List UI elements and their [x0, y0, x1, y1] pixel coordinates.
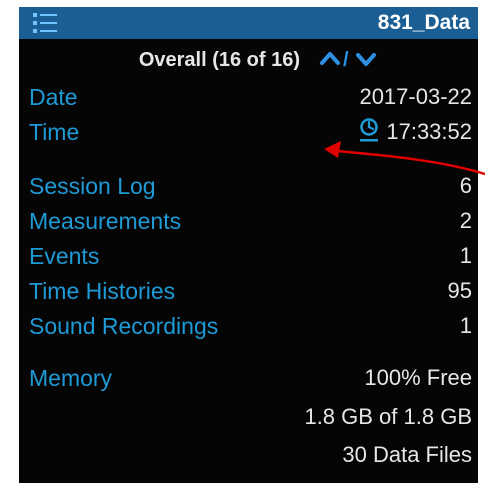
session-log-value: 6 — [459, 173, 472, 198]
time-value: 17:33:52 — [386, 119, 472, 144]
data-summary-panel: 831_Data Overall (16 of 16) / Date 2017-… — [19, 7, 478, 483]
measurements-label[interactable]: Measurements — [29, 206, 181, 236]
record-navigation: Overall (16 of 16) / — [19, 46, 478, 76]
measurements-row: Measurements 2 — [19, 206, 478, 238]
memory-row: Memory 100% Free — [19, 363, 478, 395]
session-log-row: Session Log 6 — [19, 171, 478, 203]
sound-recordings-value: 1 — [459, 313, 472, 338]
memory-capacity-row: 1.8 GB of 1.8 GB — [19, 402, 478, 434]
events-row: Events 1 — [19, 241, 478, 273]
events-value: 1 — [459, 243, 472, 268]
title-bar: 831_Data — [19, 7, 478, 39]
date-label[interactable]: Date — [29, 82, 78, 112]
data-files-row: 30 Data Files — [19, 440, 478, 472]
date-value: 2017-03-22 — [359, 84, 472, 109]
sound-recordings-label[interactable]: Sound Recordings — [29, 311, 218, 341]
file-title: 831_Data — [377, 11, 470, 34]
time-row: Time 17:33:52 — [19, 117, 478, 149]
time-histories-row: Time Histories 95 — [19, 276, 478, 308]
data-files-value: 30 Data Files — [342, 442, 472, 467]
sound-recordings-row: Sound Recordings 1 — [19, 311, 478, 343]
events-label[interactable]: Events — [29, 241, 99, 271]
record-counter-label: Overall (16 of 16) — [138, 49, 300, 71]
time-histories-value: 95 — [447, 278, 472, 303]
hamburger-list-icon[interactable] — [33, 12, 57, 34]
time-histories-label[interactable]: Time Histories — [29, 276, 175, 306]
memory-free-value: 100% Free — [364, 365, 472, 390]
clock-icon[interactable] — [358, 117, 380, 143]
time-value-group: 17:33:52 — [358, 117, 472, 147]
memory-label[interactable]: Memory — [29, 363, 112, 393]
date-row: Date 2017-03-22 — [19, 82, 478, 114]
nav-separator: / — [343, 49, 349, 71]
measurements-value: 2 — [459, 208, 472, 233]
memory-capacity-value: 1.8 GB of 1.8 GB — [304, 404, 472, 429]
session-log-label[interactable]: Session Log — [29, 171, 156, 201]
time-label[interactable]: Time — [29, 117, 79, 147]
chevron-down-icon[interactable] — [355, 48, 377, 70]
chevron-up-icon[interactable] — [319, 48, 341, 70]
